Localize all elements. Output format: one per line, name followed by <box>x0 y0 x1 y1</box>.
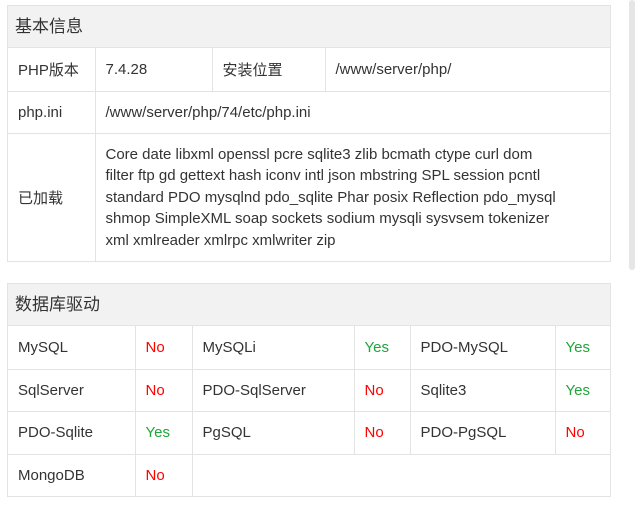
extensions-line: shmop SimpleXML soap sockets sodium mysq… <box>105 210 550 227</box>
driver-name: SqlServer <box>8 368 136 412</box>
driver-status: No <box>134 368 193 412</box>
driver-status: No <box>353 410 411 455</box>
extensions-line: filter ftp gd gettext hash iconv intl js… <box>105 167 541 184</box>
driver-name: PDO-MySQL <box>409 326 556 370</box>
extensions-line: Core date libxml openssl pcre sqlite3 zl… <box>105 145 533 163</box>
driver-status: No <box>134 453 193 496</box>
table-row: php.ini /www/server/php/74/etc/php.ini <box>8 90 610 134</box>
install-path-value: /www/server/php/ <box>324 48 610 92</box>
basic-info-table: PHP版本 7.4.28 安装位置 /www/server/php/ php.i… <box>8 48 610 261</box>
driver-name: Sqlite3 <box>409 368 556 412</box>
php-version-value: 7.4.28 <box>94 48 213 92</box>
driver-status: No <box>134 326 193 370</box>
extensions-line: standard PDO mysqlnd pdo_sqlite Phar pos… <box>105 188 556 206</box>
driver-name: MongoDB <box>8 453 136 496</box>
table-row: PDO-Sqlite Yes PgSQL No PDO-PgSQL No <box>8 410 610 455</box>
ini-path-value: /www/server/php/74/etc/php.ini <box>94 90 610 134</box>
page-scrollbar[interactable] <box>629 0 635 270</box>
driver-name: PgSQL <box>191 410 355 455</box>
ini-label: php.ini <box>8 90 96 134</box>
loaded-label: 已加载 <box>8 132 96 261</box>
driver-name: PDO-Sqlite <box>8 410 136 455</box>
table-row: 已加载 Core date libxml openssl pcre sqlite… <box>8 132 610 261</box>
driver-status: Yes <box>554 368 610 412</box>
db-driver-table: MySQL No MySQLi Yes PDO-MySQL Yes SqlSer… <box>8 326 610 496</box>
driver-name: PDO-SqlServer <box>191 368 355 412</box>
driver-name: MySQL <box>8 326 136 370</box>
basic-info-title: 基本信息 <box>8 6 610 48</box>
install-path-label: 安装位置 <box>211 48 326 92</box>
basic-info-panel: 基本信息 PHP版本 7.4.28 安装位置 /www/server/php/ … <box>7 5 611 262</box>
db-driver-panel: 数据库驱动 MySQL No MySQLi Yes PDO-MySQL Yes … <box>7 283 611 497</box>
driver-name: MySQLi <box>191 326 355 370</box>
driver-status: Yes <box>353 326 411 370</box>
driver-name: PDO-PgSQL <box>409 410 556 455</box>
table-row: PHP版本 7.4.28 安装位置 /www/server/php/ <box>8 48 610 92</box>
driver-status: Yes <box>134 410 193 455</box>
db-driver-title: 数据库驱动 <box>8 284 610 326</box>
table-row: SqlServer No PDO-SqlServer No Sqlite3 Ye… <box>8 368 610 412</box>
empty-cell <box>191 453 610 496</box>
driver-status: No <box>353 368 411 412</box>
php-version-label: PHP版本 <box>8 48 96 92</box>
table-row: MySQL No MySQLi Yes PDO-MySQL Yes <box>8 326 610 370</box>
loaded-extensions: Core date libxml openssl pcre sqlite3 zl… <box>94 132 610 261</box>
table-row: MongoDB No <box>8 453 610 496</box>
driver-status: No <box>554 410 610 455</box>
driver-status: Yes <box>554 326 610 370</box>
extensions-line: xml xmlreader xmlrpc xmlwriter zip <box>105 231 336 249</box>
